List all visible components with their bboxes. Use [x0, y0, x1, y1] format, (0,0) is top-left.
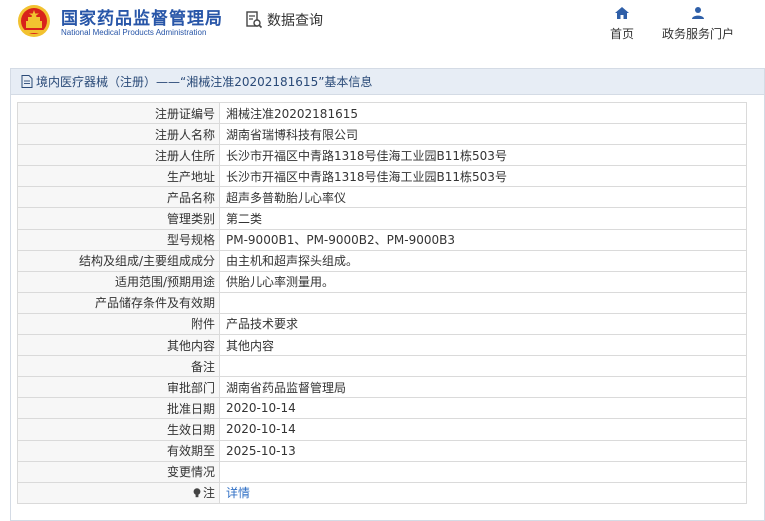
row-label: 结构及组成/主要组成成分: [17, 249, 220, 272]
row-label: 产品名称: [17, 186, 220, 209]
table-row: 适用范围/预期用途 供胎儿心率测量用。: [17, 270, 747, 293]
table-row: 附件 产品技术要求: [17, 312, 747, 336]
row-value: 长沙市开福区中青路1318号佳海工业园B11栋503号: [219, 165, 747, 188]
table-row: 生效日期 2020-10-14: [17, 418, 747, 441]
lightbulb-icon: [193, 487, 201, 497]
row-label: 有效期至: [17, 439, 220, 462]
row-value: [219, 355, 747, 378]
data-query-label: 数据查询: [267, 13, 323, 29]
row-value: 其他内容: [219, 334, 747, 357]
table-row: 结构及组成/主要组成成分 由主机和超声探头组成。: [17, 249, 747, 272]
row-value: 供胎儿心率测量用。: [219, 270, 747, 293]
row-label: 产品储存条件及有效期: [17, 291, 220, 314]
table-row: 产品名称 超声多普勒胎儿心率仪: [17, 186, 747, 209]
row-label: 备注: [17, 355, 220, 378]
row-label-note: 注: [17, 481, 220, 504]
row-label: 管理类别: [17, 207, 220, 230]
nav-portal-button[interactable]: 政务服务门户: [662, 7, 734, 42]
table-row: 其他内容 其他内容: [17, 334, 747, 357]
data-query-link[interactable]: 数据查询: [246, 10, 323, 30]
brand-subtitle: National Medical Products Administration: [61, 28, 207, 37]
panel-title-bar: 境内医疗器械（注册）——“湘械注准20202181615”基本信息: [11, 69, 764, 95]
row-value: 第二类: [219, 207, 747, 230]
row-value-note: 详情: [219, 481, 747, 504]
row-value: [219, 291, 747, 314]
row-value: 长沙市开福区中青路1318号佳海工业园B11栋503号: [219, 144, 747, 167]
row-label: 注册人名称: [17, 123, 220, 146]
note-label: 注: [202, 486, 215, 501]
details-link[interactable]: 详情: [226, 486, 250, 500]
document-icon: [21, 75, 33, 88]
table-row: 注册证编号 湘械注准20202181615: [17, 101, 747, 125]
site-header: 国家药品监督管理局 National Medical Products Admi…: [0, 0, 765, 60]
row-label: 注册人住所: [17, 144, 220, 167]
home-icon: [615, 7, 629, 19]
row-value: 2020-10-14: [219, 397, 747, 420]
table-row: 生产地址 长沙市开福区中青路1318号佳海工业园B11栋503号: [17, 165, 747, 188]
row-label: 批准日期: [17, 397, 220, 420]
nav-home-label: 首页: [610, 27, 635, 41]
row-value: 湘械注准20202181615: [219, 101, 747, 125]
table-row-note: 注 详情: [17, 481, 747, 504]
row-value: 由主机和超声探头组成。: [219, 249, 747, 272]
national-emblem-icon: [18, 5, 50, 37]
nav-home-button[interactable]: 首页: [610, 7, 634, 42]
row-label: 附件: [17, 312, 220, 336]
table-row: 有效期至 2025-10-13: [17, 439, 747, 462]
row-value: 2020-10-14: [219, 418, 747, 441]
table-row: 注册人住所 长沙市开福区中青路1318号佳海工业园B11栋503号: [17, 144, 747, 167]
row-value: [219, 460, 747, 483]
row-label: 生产地址: [17, 165, 220, 188]
row-value: 超声多普勒胎儿心率仪: [219, 186, 747, 209]
row-value: PM-9000B1、PM-9000B2、PM-9000B3: [219, 228, 747, 251]
row-label: 审批部门: [17, 376, 220, 399]
panel-title: 境内医疗器械（注册）——“湘械注准20202181615”基本信息: [36, 75, 373, 89]
table-row: 批准日期 2020-10-14: [17, 397, 747, 420]
row-label: 生效日期: [17, 418, 220, 441]
document-search-icon: [246, 11, 262, 29]
table-row: 型号规格 PM-9000B1、PM-9000B2、PM-9000B3: [17, 228, 747, 251]
row-label: 注册证编号: [17, 101, 220, 125]
table-row: 审批部门 湖南省药品监督管理局: [17, 376, 747, 399]
row-value: 2025-10-13: [219, 439, 747, 462]
row-label: 型号规格: [17, 228, 220, 251]
info-table: 注册证编号 湘械注准20202181615 注册人名称 湖南省瑞博科技有限公司 注册人住…: [17, 101, 747, 504]
nav-portal-label: 政务服务门户: [662, 27, 735, 41]
row-label: 变更情况: [17, 460, 220, 483]
table-row: 产品储存条件及有效期: [17, 291, 747, 314]
brand-title: 国家药品监督管理局: [61, 9, 223, 29]
row-value: 产品技术要求: [219, 312, 747, 336]
row-value: 湖南省瑞博科技有限公司: [219, 123, 747, 146]
info-panel: 境内医疗器械（注册）——“湘械注准20202181615”基本信息 注册证编号湘…: [10, 68, 765, 521]
row-label: 其他内容: [17, 334, 220, 357]
table-row: 备注: [17, 355, 747, 378]
table-row: 变更情况: [17, 460, 747, 483]
table-row: 管理类别 第二类: [17, 207, 747, 230]
row-value: 湖南省药品监督管理局: [219, 376, 747, 399]
user-icon: [692, 7, 704, 19]
row-label: 适用范围/预期用途: [17, 270, 220, 293]
table-row: 注册人名称 湖南省瑞博科技有限公司: [17, 123, 747, 146]
